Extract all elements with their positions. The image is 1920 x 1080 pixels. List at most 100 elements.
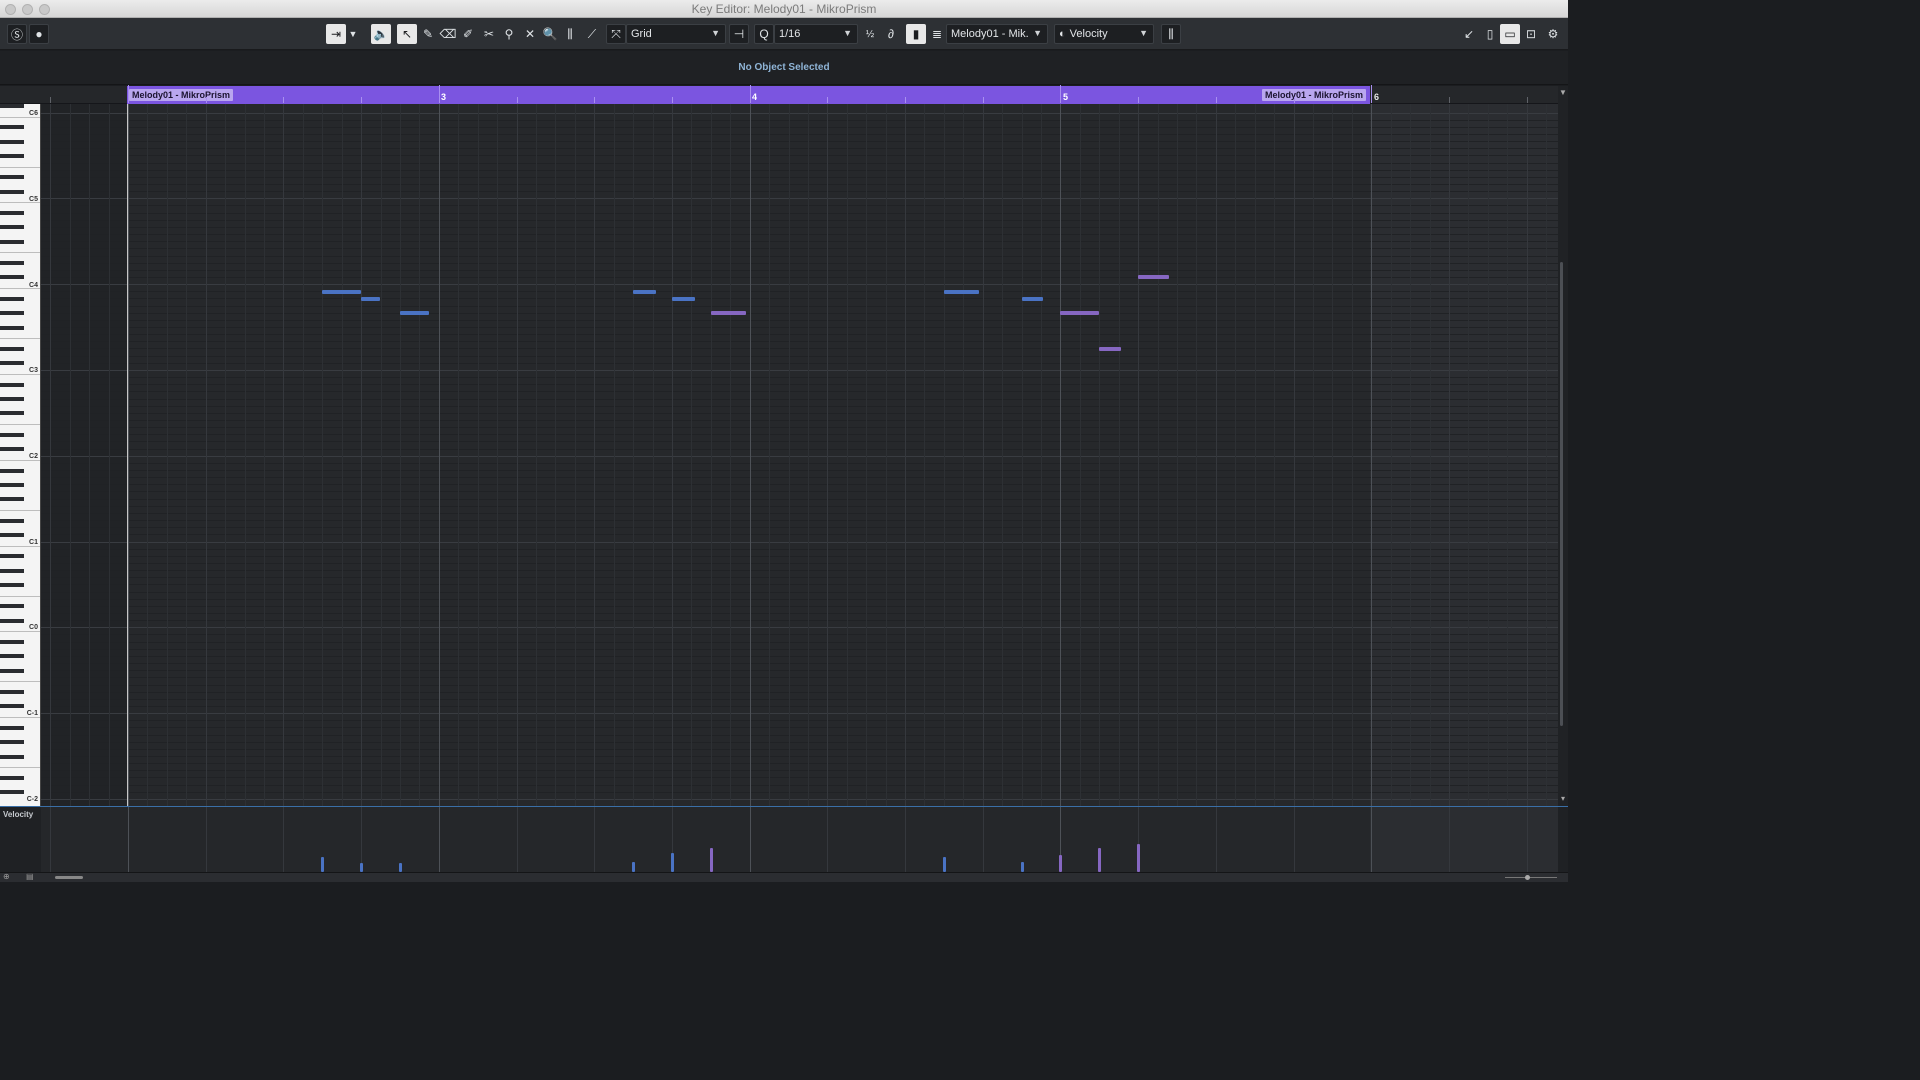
scroll-menu-icon[interactable]: ▼ [1558,88,1568,97]
black-key[interactable] [0,346,24,351]
part-select[interactable]: Melody01 - Mik. ▼ [946,24,1048,44]
glue-tool[interactable]: ⚲ [499,24,519,44]
vertical-scroll-thumb[interactable] [1560,262,1563,726]
black-key[interactable] [0,325,24,330]
black-key[interactable] [0,725,24,730]
black-key[interactable] [0,139,24,144]
velocity-bar[interactable] [1137,844,1141,872]
black-key[interactable] [0,275,24,280]
black-key[interactable] [0,640,24,645]
virtual-keyboard-button[interactable]: ⫼ [1161,24,1181,44]
acoustic-feedback-button[interactable]: 🔈 [371,24,391,44]
solo-button[interactable]: Ⓢ [7,24,27,44]
scroll-down-icon[interactable]: ▾ [1558,794,1568,803]
time-warp-tool[interactable]: ⟋ [582,24,602,44]
black-key[interactable] [0,582,24,587]
black-key[interactable] [0,447,24,451]
black-key[interactable] [0,311,24,316]
black-key[interactable] [0,518,24,523]
black-key[interactable] [0,740,24,745]
black-key[interactable] [0,104,24,108]
trim-tool[interactable]: ✐ [458,24,478,44]
velocity-bar[interactable] [670,852,674,872]
quantize-preset-button[interactable]: ∂ [881,24,901,44]
vertical-scrollbar[interactable]: ▼ ▾ [1558,86,1568,806]
midi-note[interactable] [361,296,381,301]
black-key[interactable] [0,654,24,659]
velocity-bar[interactable] [1098,848,1102,872]
zoom-tool[interactable]: 🔍 [540,24,560,44]
lane-type-select[interactable]: ◐ Velocity ▼ [1054,24,1154,44]
velocity-bar[interactable] [398,863,402,872]
black-key[interactable] [0,361,24,366]
add-lane-icon[interactable]: ⊕ [3,872,10,881]
black-key[interactable] [0,690,24,695]
black-key[interactable] [0,397,24,401]
independent-track-loop-button[interactable]: ▮ [906,24,926,44]
midi-note[interactable] [633,289,657,294]
midi-note[interactable] [943,289,979,294]
black-key[interactable] [0,125,24,130]
black-key[interactable] [0,239,24,244]
black-key[interactable] [0,432,24,437]
black-key[interactable] [0,411,24,416]
line-tool[interactable]: ⫼ [560,24,580,44]
mute-tool[interactable]: ✕ [520,24,540,44]
velocity-lane[interactable]: Velocity [0,806,1568,872]
midi-note[interactable] [1021,296,1044,301]
piano-keyboard[interactable]: C6 C5 C4 C3 C2 C1 C0 C-1 C-2 [0,104,41,806]
event-bar[interactable]: Melody01 - MikroPrism Melody01 - MikroPr… [127,86,1370,104]
black-key[interactable] [0,211,24,216]
black-key[interactable] [0,482,24,487]
velocity-bar[interactable] [1020,862,1024,872]
auto-scroll-button[interactable]: ⇥ [326,24,346,44]
black-key[interactable] [0,261,24,266]
velocity-bar[interactable] [632,862,635,872]
iterative-quantize-button[interactable]: ½ [860,24,880,44]
velocity-bar[interactable] [321,856,325,872]
black-key[interactable] [0,175,24,180]
note-display[interactable] [41,104,1558,806]
black-key[interactable] [0,604,24,609]
black-key[interactable] [0,382,24,387]
midi-note[interactable] [322,289,362,294]
midi-note[interactable] [1060,311,1100,316]
midi-note[interactable] [710,311,746,316]
info-line-button[interactable]: ⊡ [1521,24,1541,44]
black-key[interactable] [0,497,24,502]
velocity-bar[interactable] [360,863,364,872]
velocity-bar[interactable] [709,847,713,872]
black-key[interactable] [0,568,24,573]
black-key[interactable] [0,775,24,780]
black-key[interactable] [0,790,24,795]
black-key[interactable] [0,296,24,301]
settings-button[interactable]: ⚙ [1543,24,1563,44]
lower-zone-button[interactable]: ▭ [1500,24,1520,44]
midi-note[interactable] [1138,275,1170,280]
horizontal-scroll-thumb[interactable] [55,876,83,879]
black-key[interactable] [0,532,24,537]
velocity-bar[interactable] [1059,855,1063,872]
black-key[interactable] [0,468,24,473]
black-key[interactable] [0,704,24,709]
black-key[interactable] [0,189,24,194]
black-key[interactable] [0,754,24,759]
object-selection-tool[interactable]: ↖ [397,24,417,44]
horizontal-zoom-slider[interactable] [1505,877,1557,878]
record-button[interactable]: ● [29,24,49,44]
horizontal-zoom-knob[interactable] [1525,875,1530,880]
velocity-bar[interactable] [942,856,946,872]
split-tool[interactable]: ✂ [479,24,499,44]
black-key[interactable] [0,225,24,230]
quantize-button[interactable]: Q [754,24,774,44]
insert-velocity-button[interactable]: ⊣ [729,24,749,44]
snap-toggle[interactable]: ⤧ [606,24,626,44]
black-key[interactable] [0,554,24,559]
midi-note[interactable] [1099,346,1122,351]
erase-tool[interactable]: ⌫ [438,24,458,44]
midi-note[interactable] [671,296,696,301]
draw-tool[interactable]: ✎ [418,24,438,44]
snap-type-select[interactable]: Grid ▼ [626,24,726,44]
black-key[interactable] [0,618,24,623]
velocity-lane-area[interactable] [41,807,1558,872]
